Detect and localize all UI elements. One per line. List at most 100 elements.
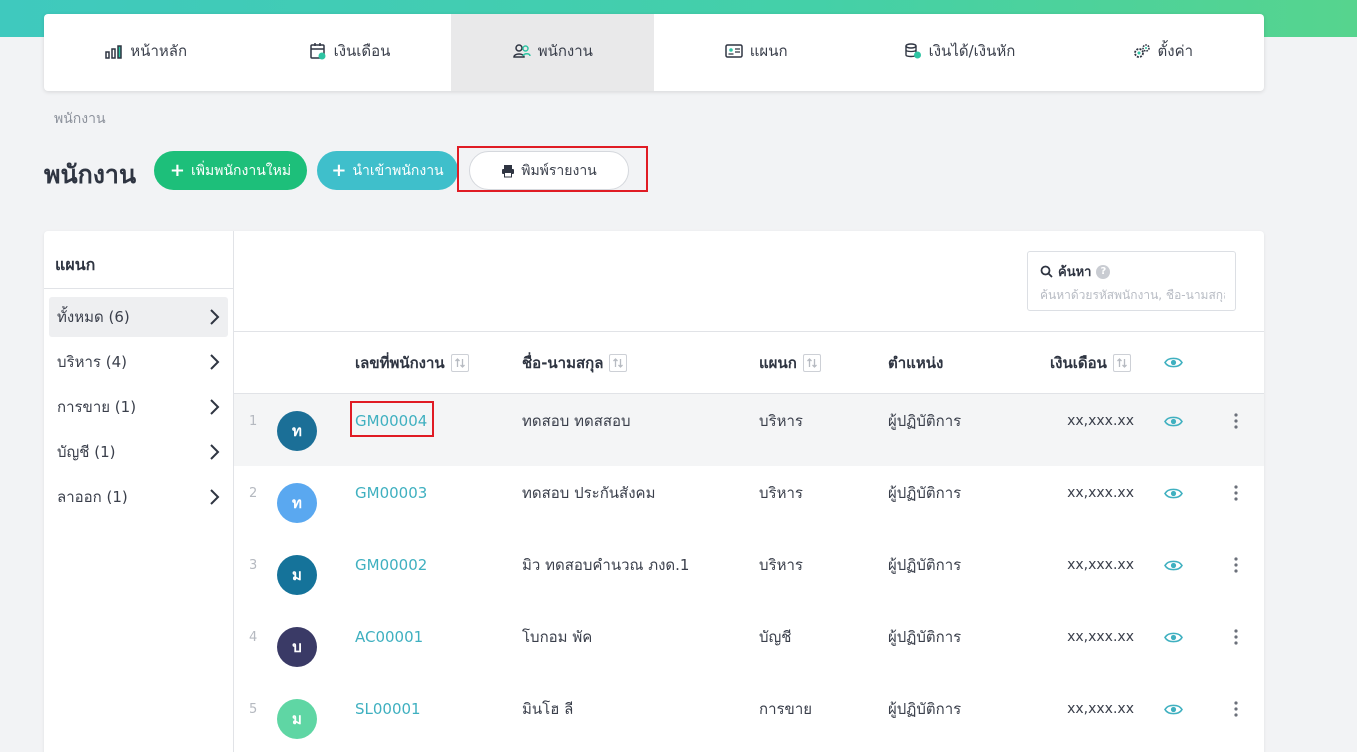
add-employee-button[interactable]: + เพิ่มพนักงานใหม่ — [154, 151, 307, 190]
chevron-right-icon — [210, 354, 220, 370]
employee-department: บริหาร — [759, 412, 803, 430]
plus-icon: + — [331, 159, 347, 181]
employee-department: บริหาร — [759, 484, 803, 502]
calendar-icon — [309, 42, 326, 59]
search-icon — [1040, 265, 1053, 278]
nav-item-label: ตั้งค่า — [1157, 41, 1194, 60]
more-options-icon[interactable] — [1234, 466, 1238, 520]
id-card-icon — [725, 43, 743, 58]
employee-name: ทดสอบ ประกันสังคม — [522, 484, 656, 502]
avatar: ท — [277, 411, 317, 451]
add-employee-label: เพิ่มพนักงานใหม่ — [191, 162, 292, 179]
dept-item-resigned[interactable]: ลาออก (1) — [49, 477, 228, 517]
bar-chart-icon — [105, 44, 123, 59]
employee-salary: xx,xxx.xx — [1067, 629, 1134, 645]
dept-item-sales[interactable]: การขาย (1) — [49, 387, 228, 427]
employee-salary: xx,xxx.xx — [1067, 557, 1134, 573]
employee-department: บัญชี — [759, 628, 792, 646]
employee-position: ผู้ปฏิบัติการ — [888, 700, 962, 718]
nav-item-settings[interactable]: ตั้งค่า — [1061, 14, 1264, 91]
sort-icon[interactable] — [450, 353, 469, 372]
more-options-icon[interactable] — [1234, 538, 1238, 592]
table-row[interactable]: 3 ม GM00002 มิว ทดสอบคำนวณ ภงด.1 บริหาร ผู้ปฏ… — [234, 538, 1264, 610]
employee-id-link[interactable]: GM00002 — [355, 538, 427, 592]
users-icon — [512, 43, 531, 58]
import-employee-button[interactable]: + นำเข้าพนักงาน — [317, 151, 458, 190]
sort-icon[interactable] — [1112, 353, 1131, 372]
eye-icon[interactable] — [1164, 466, 1183, 520]
more-options-icon[interactable] — [1234, 610, 1238, 664]
nav-item-home[interactable]: หน้าหลัก — [44, 14, 247, 91]
employee-id-link[interactable]: AC00001 — [355, 610, 423, 664]
department-sidebar: แผนก ทั้งหมด (6) บริหาร (4) การขาย (1) บ… — [44, 231, 234, 752]
nav-item-employees[interactable]: พนักงาน — [450, 14, 654, 91]
eye-icon[interactable] — [1164, 394, 1183, 448]
help-icon[interactable]: ? — [1096, 264, 1111, 279]
header-department[interactable]: แผนก — [759, 332, 821, 393]
print-report-button[interactable]: พิมพ์รายงาน — [469, 151, 629, 190]
search-input[interactable] — [1040, 288, 1225, 302]
table-header: เลขที่พนักงาน ชื่อ-นามสกุล แผนก ตำแหน่ง … — [234, 331, 1264, 394]
nav-item-label: เงินเดือน — [333, 41, 391, 60]
header-position: ตำแหน่ง — [888, 332, 943, 393]
header-label: เงินเดือน — [1050, 353, 1107, 372]
nav-item-salary[interactable]: เงินเดือน — [247, 14, 450, 91]
dept-item-all[interactable]: ทั้งหมด (6) — [49, 297, 228, 337]
employee-name: ทดสอบ ทดสสอบ — [522, 412, 631, 430]
row-index: 3 — [249, 557, 258, 573]
employee-salary: xx,xxx.xx — [1067, 701, 1134, 717]
header-employee-id[interactable]: เลขที่พนักงาน — [355, 332, 469, 393]
employee-position: ผู้ปฏิบัติการ — [888, 556, 962, 574]
nav-item-department[interactable]: แผนก — [654, 14, 857, 91]
row-index: 4 — [249, 629, 258, 645]
table-row[interactable]: 4 บ AC00001 โบกอม พัค บัญชี ผู้ปฏิบัติการ xx,x… — [234, 610, 1264, 682]
header-label: ตำแหน่ง — [888, 353, 944, 372]
chevron-right-icon — [210, 489, 220, 505]
eye-icon[interactable] — [1164, 682, 1183, 736]
dept-item-label: ทั้งหมด (6) — [57, 308, 130, 326]
breadcrumb[interactable]: พนักงาน — [54, 108, 106, 130]
nav-item-label: แผนก — [749, 41, 788, 60]
sort-icon[interactable] — [802, 353, 821, 372]
header-name[interactable]: ชื่อ-นามสกุล — [522, 332, 628, 393]
row-index: 5 — [249, 701, 258, 717]
more-options-icon[interactable] — [1234, 682, 1238, 736]
eye-icon[interactable] — [1164, 610, 1183, 664]
more-options-icon[interactable] — [1234, 394, 1238, 448]
nav-item-income-deduction[interactable]: เงินได้/เงินหัก — [857, 14, 1060, 91]
gears-icon — [1133, 43, 1150, 58]
sort-icon[interactable] — [609, 353, 628, 372]
employee-id-link[interactable]: GM00003 — [355, 466, 427, 520]
search-label: ค้นหา — [1058, 265, 1092, 280]
employee-salary: xx,xxx.xx — [1067, 413, 1134, 429]
printer-icon — [502, 164, 515, 177]
table-row[interactable]: 5 ม SL00001 มินโฮ ลี การขาย ผู้ปฏิบัติการ xx,x… — [234, 682, 1264, 752]
nav-item-label: เงินได้/เงินหัก — [928, 41, 1016, 60]
chevron-right-icon — [210, 444, 220, 460]
table-row[interactable]: 2 ท GM00003 ทดสอบ ประกันสังคม บริหาร ผู้ปฏิบั… — [234, 466, 1264, 538]
dept-item-label: บัญชี (1) — [57, 443, 116, 461]
dept-item-accounting[interactable]: บัญชี (1) — [49, 432, 228, 472]
chevron-right-icon — [210, 399, 220, 415]
plus-icon: + — [169, 159, 185, 181]
nav-item-label: พนักงาน — [537, 41, 593, 60]
avatar: ม — [277, 699, 317, 739]
employee-id-link[interactable]: SL00001 — [355, 682, 421, 736]
row-index: 2 — [249, 485, 258, 501]
table-row[interactable]: 1 ท GM00004 ทดสอบ ทดสสอบ บริหาร ผู้ปฏิบัติการ… — [234, 394, 1264, 466]
sidebar-title: แผนก — [44, 231, 233, 289]
employee-id-link[interactable]: GM00004 — [355, 394, 427, 448]
header-label: แผนก — [759, 353, 797, 372]
employee-salary: xx,xxx.xx — [1067, 485, 1134, 501]
header-salary[interactable]: เงินเดือน — [1050, 332, 1131, 393]
dept-item-label: การขาย (1) — [57, 398, 137, 416]
employee-position: ผู้ปฏิบัติการ — [888, 484, 962, 502]
print-report-label: พิมพ์รายงาน — [521, 162, 597, 179]
chevron-right-icon — [210, 309, 220, 325]
employee-name: มิว ทดสอบคำนวณ ภงด.1 — [522, 556, 690, 574]
avatar: บ — [277, 627, 317, 667]
header-salary-visibility[interactable] — [1164, 332, 1183, 393]
eye-icon[interactable] — [1164, 538, 1183, 592]
employee-department: การขาย — [759, 700, 813, 718]
dept-item-management[interactable]: บริหาร (4) — [49, 342, 228, 382]
